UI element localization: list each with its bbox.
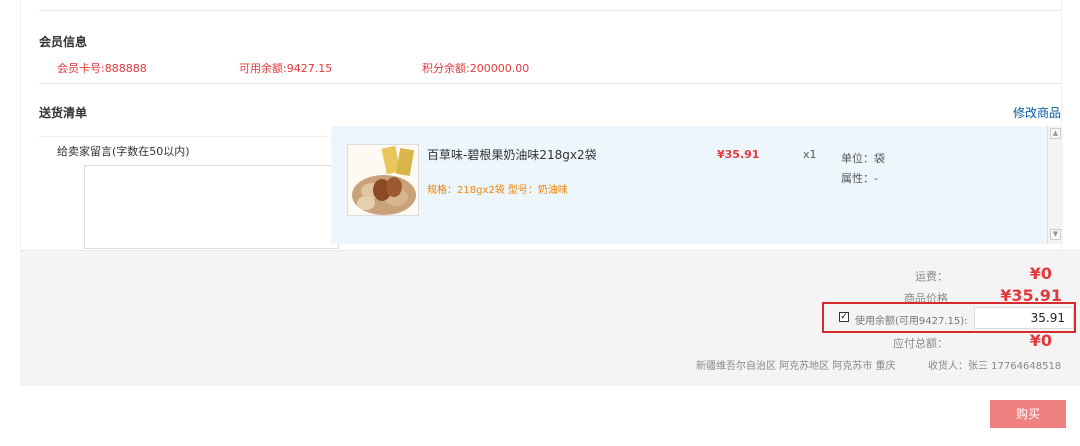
member-points-balance: 积分余额:200000.00 (422, 62, 530, 75)
member-card-number: 会员卡号:888888 (57, 62, 147, 75)
product-row: 百草味-碧根果奶油味218gx2袋 规格：218gx2袋 型号：奶油味 ¥35.… (331, 126, 1063, 244)
product-attribute: 属性：- (841, 172, 878, 185)
delivery-section-title: 送货清单 (39, 106, 88, 120)
use-balance-input[interactable]: 35.91 (974, 307, 1074, 329)
product-name[interactable]: 百草味-碧根果奶油味218gx2袋 (427, 146, 597, 163)
use-balance-box: ✓ 使用余额(可用9427.15): 35.91 (822, 302, 1076, 333)
shipping-fee-label: 运费： (915, 270, 948, 283)
buy-button[interactable]: 购买 (990, 400, 1066, 428)
scroll-down-icon[interactable]: ▼ (1050, 229, 1061, 240)
product-image[interactable] (347, 144, 419, 216)
divider (39, 10, 1061, 11)
total-payable-label: 应付总额： (893, 337, 948, 350)
order-summary-panel: 运费： ¥0 商品价格 ¥35.91 ✓ 使用余额(可用9427.15): 35… (20, 250, 1080, 386)
seller-note-label: 给卖家留言(字数在50以内) (57, 145, 190, 158)
receiver-info: 收货人：张三 17764648518 (928, 361, 1062, 372)
divider (39, 83, 1061, 84)
use-balance-checkbox[interactable]: ✓ (839, 312, 849, 322)
product-price: ¥35.91 (717, 148, 760, 161)
product-spec: 规格：218gx2袋 型号：奶油味 (427, 185, 568, 196)
order-details-panel: 会员信息 会员卡号:888888 可用余额:9427.15 积分余额:20000… (20, 0, 1063, 250)
product-list-scrollbar[interactable]: ▲ ▼ (1047, 126, 1063, 244)
seller-note-textarea[interactable] (84, 165, 339, 249)
total-payable-value: ¥0 (1029, 331, 1052, 350)
edit-goods-link[interactable]: 修改商品 (1013, 104, 1061, 121)
product-unit: 单位：袋 (841, 152, 885, 165)
scroll-up-icon[interactable]: ▲ (1050, 128, 1061, 139)
use-balance-label: 使用余额(可用9427.15): (855, 316, 968, 327)
shipping-address: 新疆维吾尔自治区 阿克苏地区 阿克苏市 重庆 (696, 361, 896, 372)
seller-note-area: 给卖家留言(字数在50以内) (39, 136, 339, 250)
member-available-balance: 可用余额:9427.15 (239, 62, 333, 75)
product-quantity: x1 (803, 148, 817, 161)
pecan-product-image (348, 145, 418, 215)
shipping-fee-value: ¥0 (1029, 264, 1052, 283)
member-section-title: 会员信息 (39, 35, 88, 49)
